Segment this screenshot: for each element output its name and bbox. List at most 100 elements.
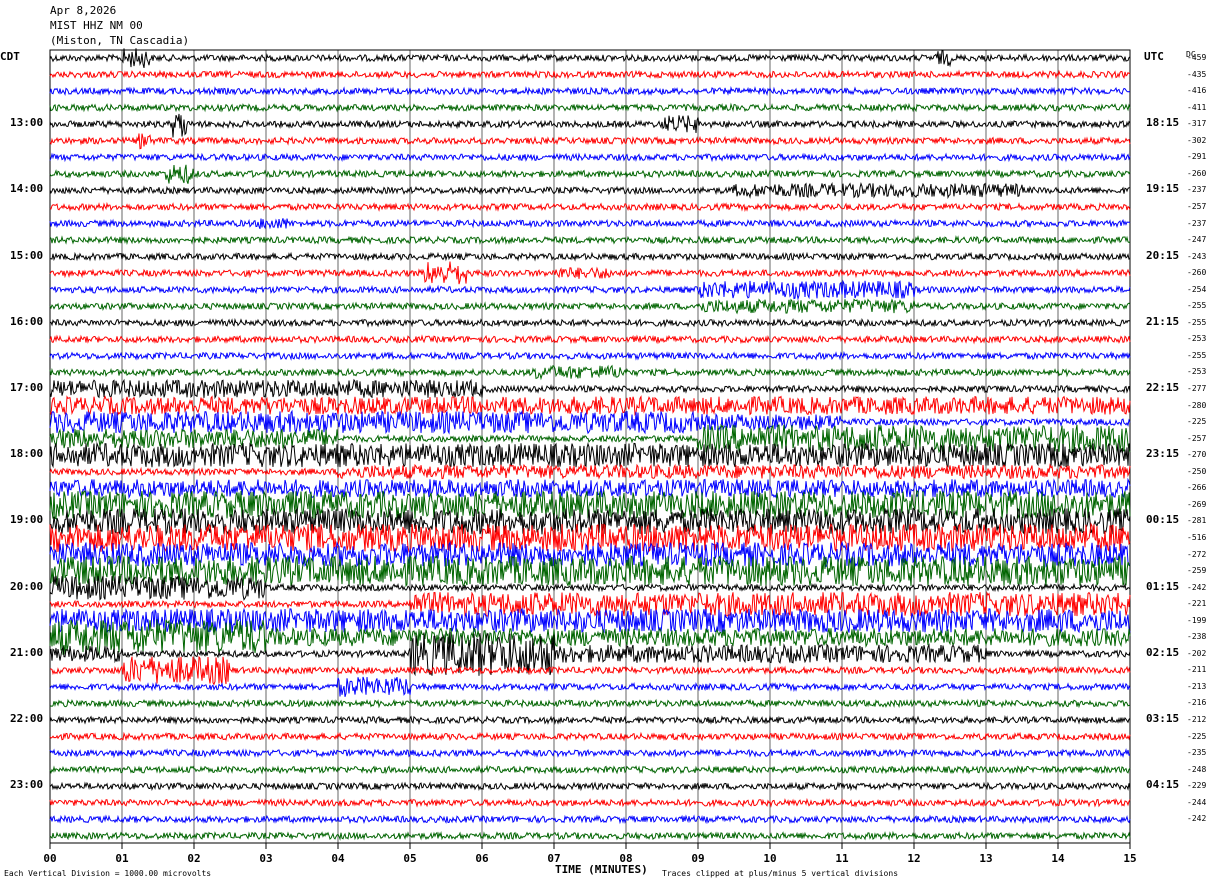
right-time-label: 20:15 (1146, 248, 1180, 262)
dc-offset-label: -237 (1187, 218, 1207, 228)
dc-offset-label: -211 (1187, 665, 1207, 675)
x-tick-label: 01 (115, 852, 129, 865)
dc-offset-label: -237 (1187, 185, 1207, 195)
right-time-label: 18:15 (1146, 116, 1180, 130)
dc-offset-label: -269 (1187, 499, 1207, 509)
left-time-label: 23:00 (10, 778, 44, 792)
seismic-trace-32 (49, 554, 1131, 588)
left-time-label: 16:00 (10, 314, 44, 328)
right-time-label: 02:15 (1146, 645, 1180, 659)
dc-offset-label: -225 (1187, 731, 1207, 741)
dc-offset-label: -302 (1187, 135, 1207, 145)
x-tick-label: 05 (403, 852, 417, 865)
x-tick-label: 00 (43, 852, 57, 865)
dc-offset-label: -255 (1187, 350, 1207, 360)
dc-offset-label: -248 (1187, 764, 1207, 774)
dc-offset-label: -280 (1187, 400, 1207, 410)
dc-offset-label: -250 (1187, 466, 1207, 476)
seismic-trace-4 (49, 102, 1131, 113)
seismic-trace-20 (49, 364, 1131, 381)
seismic-trace-39 (49, 676, 1131, 697)
dc-offset-label: -516 (1187, 532, 1207, 542)
x-axis-title: TIME (MINUTES) (555, 863, 648, 876)
x-tick-label: 15 (1123, 852, 1137, 865)
seismic-trace-23 (49, 409, 1131, 435)
seismic-trace-11 (49, 218, 1131, 230)
seismic-trace-5 (49, 113, 1131, 138)
x-tick-label: 03 (259, 852, 273, 865)
dc-offset-label: -242 (1187, 814, 1207, 824)
dc-offset-label: -435 (1187, 69, 1207, 79)
seismic-trace-18 (49, 334, 1131, 345)
x-tick-label: 02 (187, 852, 201, 865)
dc-offset-label: -229 (1187, 781, 1207, 791)
left-time-label: 20:00 (10, 579, 44, 593)
seismic-trace-43 (49, 748, 1131, 759)
dc-offset-label: -257 (1187, 433, 1207, 443)
helicorder-plot (49, 48, 1131, 849)
seismic-trace-19 (49, 350, 1131, 361)
x-tick-label: 11 (835, 852, 849, 865)
dc-offset-label: -270 (1187, 450, 1207, 460)
x-tick-label: 14 (1051, 852, 1065, 865)
seismic-trace-44 (49, 764, 1131, 775)
dc-offset-label: -272 (1187, 549, 1207, 559)
dc-offset-label: -266 (1187, 483, 1207, 493)
right-time-label: 01:15 (1146, 579, 1180, 593)
dc-offset-label: -242 (1187, 582, 1207, 592)
dc-offset-label: -260 (1187, 268, 1207, 278)
seismic-trace-47 (49, 814, 1131, 825)
seismic-trace-35 (49, 607, 1131, 634)
dc-offset-label: -255 (1187, 301, 1207, 311)
dc-offset-label: -260 (1187, 168, 1207, 178)
right-time-label: 00:15 (1146, 513, 1180, 527)
dc-offset-label: -291 (1187, 152, 1207, 162)
dc-offset-label: -254 (1187, 284, 1207, 294)
x-tick-label: 09 (691, 852, 705, 865)
left-time-label: 18:00 (10, 447, 44, 461)
dc-offset-label: -212 (1187, 715, 1207, 724)
seismic-trace-9 (49, 181, 1130, 200)
seismic-trace-2 (49, 69, 1131, 80)
dc-offset-label: -221 (1187, 599, 1207, 609)
dc-offset-label: -199 (1187, 615, 1207, 625)
dc-offset-label: -238 (1187, 632, 1207, 642)
dc-offset-label: -216 (1187, 698, 1207, 708)
dc-offset-label: -213 (1187, 681, 1207, 691)
left-time-label: 17:00 (10, 381, 44, 394)
seismic-trace-42 (49, 731, 1131, 742)
dc-offset-label: -253 (1187, 367, 1207, 377)
left-time-label: 19:00 (10, 513, 44, 527)
dc-offset-label: -202 (1187, 648, 1207, 658)
dc-offset-label: -259 (1187, 566, 1207, 576)
x-tick-label: 13 (979, 852, 993, 865)
scale-note: Each Vertical Division = 1000.00 microvo… (4, 869, 212, 878)
seismic-trace-45 (49, 781, 1131, 792)
seismic-trace-17 (49, 317, 1131, 328)
dc-offset-label: -243 (1187, 251, 1207, 261)
dc-offset-label: -225 (1187, 417, 1207, 427)
clip-note: Traces clipped at plus/minus 5 vertical … (662, 869, 899, 878)
x-tick-label: 12 (907, 852, 921, 865)
dc-offset-label: -253 (1187, 334, 1207, 344)
x-tick-label: 10 (763, 852, 777, 865)
seismic-trace-26 (49, 462, 1131, 481)
seismic-trace-13 (49, 251, 1131, 262)
seismic-trace-8 (49, 164, 1131, 184)
dc-offset-label: -416 (1187, 86, 1207, 96)
seismic-trace-46 (49, 797, 1131, 808)
right-time-label: 19:15 (1146, 182, 1180, 196)
x-tick-label: 04 (331, 852, 345, 865)
seismic-trace-7 (49, 152, 1131, 163)
dc-offset-label: -257 (1187, 201, 1207, 211)
right-time-label: 03:15 (1146, 712, 1180, 725)
right-time-label: 23:15 (1146, 447, 1180, 461)
seismic-trace-15 (49, 279, 1131, 301)
seismic-trace-41 (49, 715, 1131, 726)
seismic-trace-21 (49, 378, 1131, 400)
seismic-trace-3 (49, 85, 1131, 97)
dc-offset-label: -255 (1187, 317, 1207, 327)
dc-offset-label: -247 (1187, 235, 1207, 245)
seismic-trace-38 (49, 655, 1131, 686)
left-time-label: 14:00 (10, 182, 44, 196)
